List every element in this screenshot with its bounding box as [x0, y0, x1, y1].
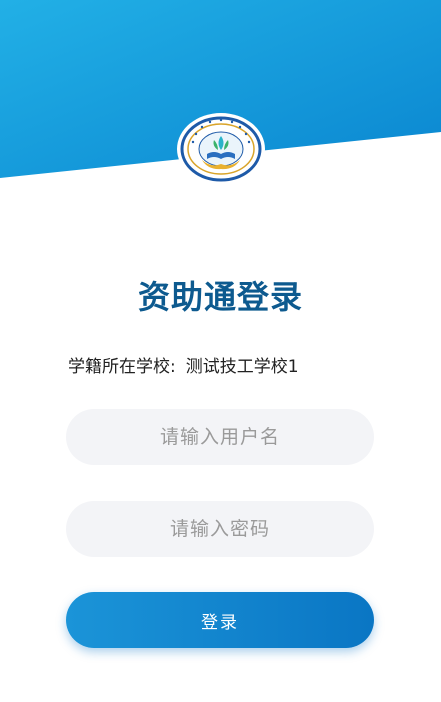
school-label: 学籍所在学校: [68, 357, 176, 377]
school-name: 测试技工学校1 [185, 357, 299, 377]
login-button[interactable]: 登录 [66, 592, 374, 648]
school-logo [176, 112, 266, 186]
password-input[interactable] [66, 501, 374, 557]
page-title: 资助通登录 [137, 278, 303, 316]
school-emblem-icon [177, 113, 265, 185]
school-info: 学籍所在学校: 测试技工学校1 [68, 352, 299, 377]
username-input[interactable] [66, 409, 374, 465]
